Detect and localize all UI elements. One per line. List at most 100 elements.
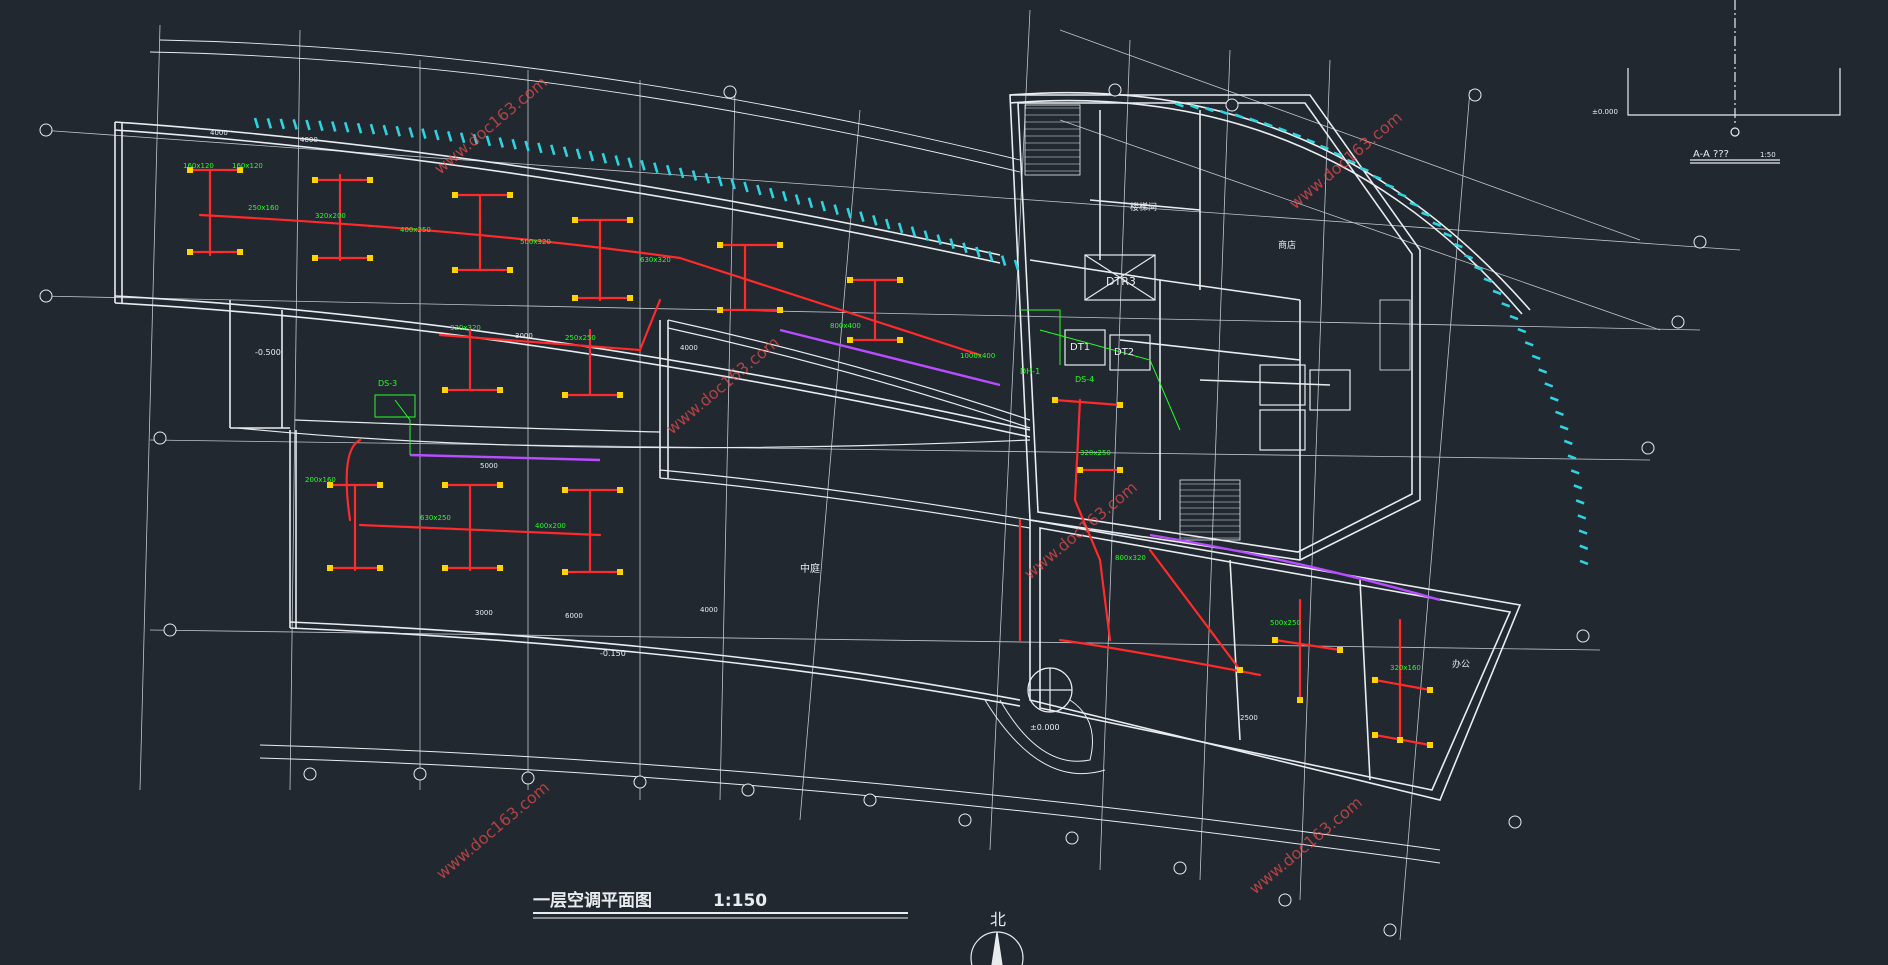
louver-blade	[331, 121, 337, 132]
axis-bubble	[1278, 893, 1292, 907]
louver-blade	[1204, 106, 1214, 113]
axis-bubble	[1641, 441, 1655, 455]
duct-size-label: 320x250	[1080, 449, 1111, 457]
diffuser-marker	[717, 242, 723, 248]
diffuser-marker	[617, 569, 623, 575]
axis-bubble	[723, 85, 737, 99]
diffuser-marker	[847, 337, 853, 343]
louver-blade	[1555, 410, 1564, 417]
louver-blade	[1234, 113, 1244, 119]
diffuser-marker	[1297, 697, 1303, 703]
louver-blade	[1501, 302, 1511, 308]
dimension-label: 4000	[700, 606, 718, 614]
level-mark-3: ±0.000	[1030, 723, 1060, 732]
dimension-label: 6000	[565, 612, 583, 620]
drawing-scale: 1:150	[713, 891, 767, 911]
watermarks: www.doc163.com www.doc163.com www.doc163.c…	[430, 73, 1406, 898]
louver-blade	[498, 137, 504, 148]
stair-treads	[1025, 107, 1240, 539]
duct-size-label: 1000x400	[960, 352, 995, 360]
duct-size-label: 160x120	[232, 162, 263, 170]
diffuser-marker	[627, 295, 633, 301]
louver-blade	[781, 190, 788, 202]
louver-blade	[1567, 454, 1577, 460]
section-level-label: ±0.000	[1592, 108, 1618, 116]
axis-bubble	[39, 289, 53, 303]
louver-blade	[1359, 166, 1369, 173]
diffuser-marker	[562, 487, 568, 493]
equipment-label-ds4: DS-4	[1075, 375, 1094, 384]
dimension-label: 3000	[475, 609, 493, 617]
louver-blade	[665, 164, 672, 176]
louver-blade	[588, 150, 595, 162]
diffuser-marker	[627, 217, 633, 223]
louver-blade	[1524, 341, 1534, 347]
louver-blade	[833, 204, 839, 215]
diffuser-marker	[1372, 732, 1378, 738]
dimension-label: 4000	[210, 129, 228, 137]
louver-blade	[575, 148, 582, 160]
louver-blade	[1531, 354, 1541, 361]
louver-blade	[1397, 192, 1407, 198]
diffuser-marker	[497, 565, 503, 571]
louver-blade	[1509, 314, 1519, 321]
diffuser-marker	[572, 217, 578, 223]
diffuser-marker	[1372, 677, 1378, 683]
axis-bubble	[153, 431, 167, 445]
louver-blade	[640, 159, 646, 171]
room-label-lobby: 中庭	[800, 562, 820, 575]
louver-blade	[601, 152, 608, 164]
drawing-title: 一层空调平面图	[533, 890, 652, 911]
dimension-label: 4000	[300, 136, 318, 144]
louver-blade	[962, 242, 968, 254]
louver-blade	[949, 238, 955, 250]
louver-blade	[369, 123, 376, 135]
louver-blade	[1538, 368, 1548, 374]
axis-bubble	[521, 771, 535, 785]
diffuser-marker	[507, 267, 513, 273]
diffuser-marker	[572, 295, 578, 301]
louver-blade	[1559, 425, 1569, 431]
louver-blade	[936, 234, 942, 245]
louver-blade	[769, 187, 775, 199]
watermark-text: www.doc163.com	[432, 778, 553, 883]
diffuser-marker	[1337, 647, 1343, 653]
duct-size-label: 320x160	[1390, 664, 1421, 672]
supply-duct-network	[188, 168, 1432, 747]
louver-blade	[807, 197, 814, 209]
louver-blade	[717, 175, 723, 187]
room-label-stair: 楼梯间	[1130, 201, 1157, 213]
room-label-office: 办公	[1452, 658, 1470, 670]
axis-bubble	[1671, 315, 1685, 329]
louver-blade	[446, 130, 453, 142]
louver-blade	[1409, 201, 1419, 208]
duct-size-label: 400x200	[535, 522, 566, 530]
louver-blade	[884, 218, 891, 230]
duct-size-label: 250x160	[248, 204, 279, 212]
louver-blade	[305, 119, 311, 131]
diffuser-marker	[452, 267, 458, 273]
duct-size-label: 800x320	[1115, 554, 1146, 562]
louver-blade	[627, 157, 633, 169]
louver-blade	[382, 124, 389, 136]
louver-blade	[1579, 544, 1589, 550]
louver-blade	[253, 117, 260, 129]
louver-blade	[1385, 183, 1395, 189]
louver-blade	[872, 214, 878, 226]
louver-blade	[395, 125, 401, 137]
diffuser-marker	[562, 569, 568, 575]
louver-blade	[1544, 382, 1554, 388]
exhaust-duct	[409, 328, 1441, 602]
air-diffusers	[187, 167, 1433, 748]
diffuser-marker	[312, 255, 318, 261]
diffuser-marker	[1237, 667, 1243, 673]
diffuser-marker	[1117, 467, 1123, 473]
louver-blade	[550, 144, 556, 156]
louver-blade	[691, 170, 698, 181]
axis-bubble	[1225, 98, 1239, 112]
diffuser-marker	[1427, 687, 1433, 693]
louver-blade	[1573, 484, 1583, 490]
equipment-label-dt2: DT2	[1114, 347, 1134, 358]
room-label-shop: 商店	[1278, 239, 1296, 251]
diffuser-marker	[497, 387, 503, 393]
